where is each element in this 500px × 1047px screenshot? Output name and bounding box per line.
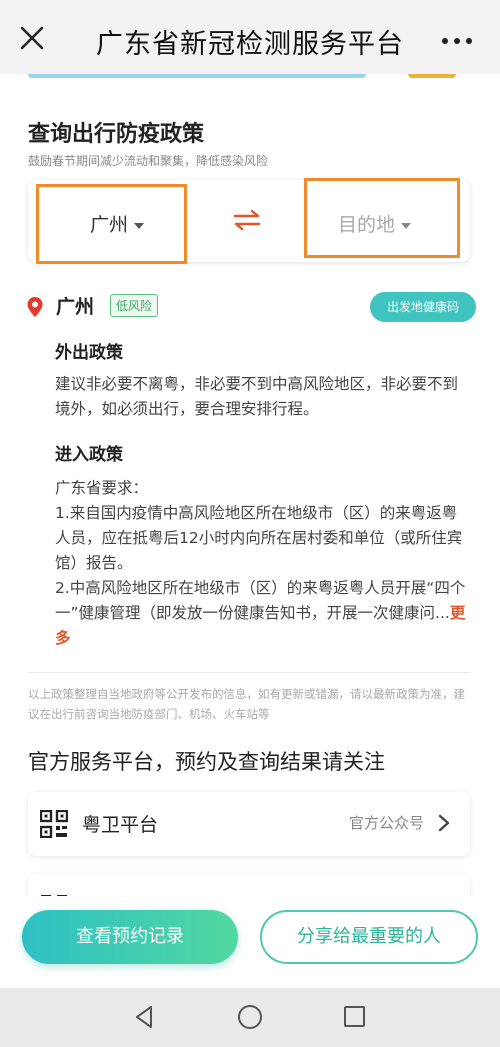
more-options-icon[interactable]	[442, 38, 472, 44]
qr-code-icon	[40, 810, 68, 838]
main-content: 查询出行防疫政策 鼓励春节期间减少流动和聚集，降低感染风险 广州 目的地 广州 …	[0, 74, 500, 904]
banner-edge	[28, 74, 366, 78]
service-name: 粤卫平台	[82, 814, 159, 836]
highlight-box-departure	[36, 184, 187, 264]
system-nav-bar	[0, 988, 500, 1047]
chevron-right-icon	[438, 814, 450, 832]
bottom-action-bar: 查看预约记录 分享给最重要的人	[0, 896, 500, 988]
outbound-policy-heading: 外出政策	[55, 343, 123, 363]
route-selector: 广州 目的地	[28, 178, 470, 264]
recent-apps-icon[interactable]	[344, 1006, 365, 1027]
service-item[interactable]: 粤卫平台 官方公众号	[28, 792, 470, 856]
risk-level-badge: 低风险	[110, 294, 159, 317]
share-button[interactable]: 分享给最重要的人	[260, 910, 478, 964]
banner-edge-accent	[408, 74, 456, 78]
home-icon[interactable]	[238, 1005, 262, 1029]
divider	[28, 672, 470, 673]
service-tag: 官方公众号	[348, 814, 424, 832]
services-title: 官方服务平台，预约及查询结果请关注	[28, 750, 385, 774]
health-code-button[interactable]: 出发地健康码	[370, 292, 476, 322]
outbound-policy-text: 建议非必要不离粤，非必要不到中高风险地区，非必要不到境外，如必须出行，要合理安排…	[55, 375, 459, 418]
app-header: 广东省新冠检测服务平台	[0, 0, 500, 78]
policy-line: 1.来自国内疫情中高风险地区所在地级市（区）的来粤返粤人员，应在抵粤后12小时内…	[55, 504, 463, 572]
location-row: 广州 低风险 出发地健康码	[26, 292, 476, 322]
location-city: 广州	[56, 296, 95, 318]
query-title: 查询出行防疫政策	[28, 122, 205, 147]
disclaimer-text: 以上政策整理自当地政府等公开发布的信息，如有更新或错漏，请以最新政策为准，建议在…	[28, 687, 465, 721]
policy-line: 2.中高风险地区所在地级市（区）的来粤返粤人员开展“四个一”健康管理（即发放一份…	[55, 579, 466, 647]
swap-icon[interactable]	[232, 208, 262, 232]
highlight-box-destination	[304, 178, 460, 258]
back-icon[interactable]	[134, 1005, 154, 1029]
page-title: 广东省新冠检测服务平台	[96, 29, 404, 60]
location-pin-icon	[27, 297, 43, 317]
inbound-policy-heading: 进入政策	[55, 445, 123, 465]
view-appointments-button[interactable]: 查看预约记录	[22, 910, 238, 964]
policy-line: 广东省要求：	[55, 479, 149, 497]
query-subtitle: 鼓励春节期间减少流动和聚集，降低感染风险	[28, 154, 269, 168]
inbound-policy-text: 广东省要求： 1.来自国内疫情中高风险地区所在地级市（区）的来粤返粤人员，应在抵…	[55, 476, 471, 651]
